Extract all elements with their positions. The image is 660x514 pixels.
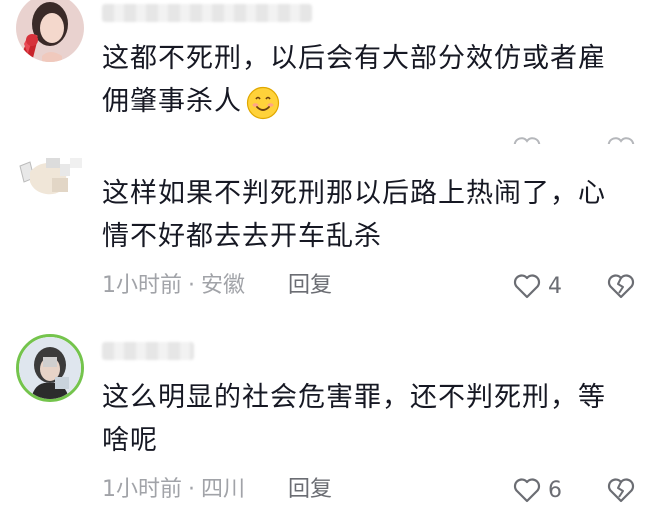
meta-separator: · — [188, 477, 195, 502]
comment-text: 这都不死刑，以后会有大部分效仿或者雇 佣肇事杀人 — [102, 37, 632, 123]
comment-text: 这样如果不判死刑那以后路上热闹了，心 情不好都去去开车乱杀 — [102, 172, 632, 258]
username-redacted — [102, 342, 194, 360]
broken-heart-icon — [607, 274, 635, 299]
like-count: 4 — [548, 273, 562, 299]
avatar-image — [19, 337, 81, 399]
smiling-face-icon — [246, 86, 280, 119]
comment-time: 1小时前 — [102, 477, 182, 502]
avatar-image — [16, 0, 84, 62]
like-button[interactable]: 6 — [512, 472, 562, 508]
comment-location: 四川 — [201, 477, 246, 502]
comment-meta: 1小时前 · 四川 回复 — [102, 472, 332, 508]
comment-text-line: 情不好都去去开车乱杀 — [102, 221, 382, 252]
comment-meta: 1小时前 · 安徽 回复 — [102, 268, 332, 304]
avatar[interactable] — [16, 334, 84, 402]
heart-icon — [513, 478, 541, 503]
reply-button[interactable]: 回复 — [288, 268, 332, 304]
like-count: 6 — [548, 477, 562, 503]
comment-time: 1小时前 — [102, 273, 182, 298]
like-button[interactable]: 4 — [512, 268, 562, 304]
comment-text: 这么明显的社会危害罪，还不判死刑，等 啥呢 — [102, 376, 632, 462]
comment-text-line: 这样如果不判死刑那以后路上热闹了，心 — [102, 178, 606, 209]
dislike-button[interactable] — [606, 268, 636, 304]
dislike-button[interactable] — [606, 472, 636, 508]
avatar[interactable] — [16, 0, 84, 62]
comment-text-line: 这都不死刑，以后会有大部分效仿或者雇 — [102, 43, 606, 74]
comment-text-line: 这么明显的社会危害罪，还不判死刑，等 — [102, 382, 606, 413]
username-redacted — [102, 4, 312, 22]
reply-button[interactable]: 回复 — [288, 472, 332, 508]
comment-text-line: 啥呢 — [102, 425, 158, 456]
comment-location: 安徽 — [201, 273, 246, 298]
like-icon[interactable] — [512, 136, 542, 144]
avatar-image — [16, 156, 84, 200]
comment-text-line: 佣肇事杀人 — [102, 80, 632, 123]
dislike-icon[interactable] — [606, 136, 636, 144]
avatar[interactable] — [16, 156, 84, 224]
heart-icon — [513, 274, 541, 299]
broken-heart-icon — [607, 478, 635, 503]
meta-separator: · — [188, 273, 195, 298]
comment-text-line-2: 佣肇事杀人 — [102, 86, 242, 117]
